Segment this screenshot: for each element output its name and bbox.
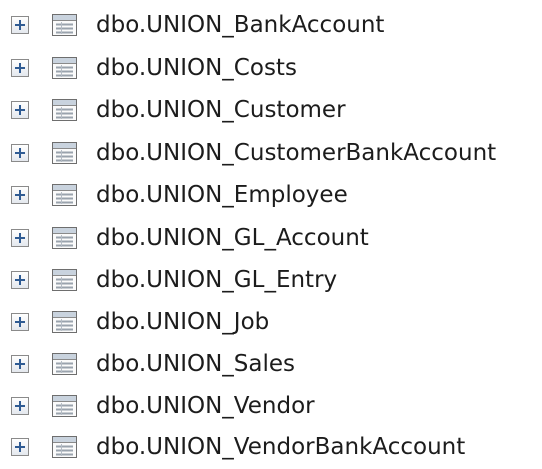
expand-plus-icon[interactable]	[11, 16, 29, 34]
table-icon	[52, 436, 77, 458]
table-icon	[52, 14, 77, 36]
table-name-label[interactable]: dbo.UNION_Vendor	[96, 388, 315, 424]
tree-node-table[interactable]: dbo.UNION_GL_Entry	[0, 261, 542, 302]
tree-node-table[interactable]: dbo.UNION_Vendor	[0, 387, 542, 428]
tree-node-table[interactable]: dbo.UNION_Customer	[0, 91, 542, 132]
expand-plus-icon[interactable]	[11, 313, 29, 331]
table-icon	[52, 142, 77, 164]
table-icon	[52, 99, 77, 121]
expand-plus-icon[interactable]	[11, 186, 29, 204]
tree-node-table[interactable]: dbo.UNION_Costs	[0, 49, 542, 90]
tree-node-table[interactable]: dbo.UNION_BankAccount	[0, 6, 542, 47]
table-name-label[interactable]: dbo.UNION_VendorBankAccount	[96, 429, 465, 465]
expand-plus-icon[interactable]	[11, 438, 29, 456]
table-icon	[52, 395, 77, 417]
tree-node-table[interactable]: dbo.UNION_Employee	[0, 176, 542, 217]
expand-plus-icon[interactable]	[11, 397, 29, 415]
table-icon	[52, 57, 77, 79]
object-explorer-tree: dbo.UNION_BankAccount dbo.UNION_Costs db…	[0, 0, 542, 460]
table-name-label[interactable]: dbo.UNION_GL_Entry	[96, 262, 337, 298]
table-name-label[interactable]: dbo.UNION_Sales	[96, 346, 295, 382]
table-icon	[52, 269, 77, 291]
table-icon	[52, 353, 77, 375]
tree-node-table[interactable]: dbo.UNION_GL_Account	[0, 219, 542, 260]
table-name-label[interactable]: dbo.UNION_BankAccount	[96, 7, 384, 43]
expand-plus-icon[interactable]	[11, 271, 29, 289]
tree-node-table[interactable]: dbo.UNION_CustomerBankAccount	[0, 134, 542, 175]
expand-plus-icon[interactable]	[11, 59, 29, 77]
table-icon	[52, 227, 77, 249]
expand-plus-icon[interactable]	[11, 229, 29, 247]
table-name-label[interactable]: dbo.UNION_Costs	[96, 50, 297, 86]
table-icon	[52, 311, 77, 333]
tree-node-table[interactable]: dbo.UNION_Job	[0, 303, 542, 344]
table-name-label[interactable]: dbo.UNION_Customer	[96, 92, 346, 128]
table-name-label[interactable]: dbo.UNION_GL_Account	[96, 220, 369, 256]
table-name-label[interactable]: dbo.UNION_Employee	[96, 177, 348, 213]
tree-node-table[interactable]: dbo.UNION_VendorBankAccount	[0, 428, 542, 469]
expand-plus-icon[interactable]	[11, 355, 29, 373]
table-name-label[interactable]: dbo.UNION_CustomerBankAccount	[96, 135, 496, 171]
tree-node-table[interactable]: dbo.UNION_Sales	[0, 345, 542, 386]
expand-plus-icon[interactable]	[11, 144, 29, 162]
expand-plus-icon[interactable]	[11, 101, 29, 119]
table-name-label[interactable]: dbo.UNION_Job	[96, 304, 269, 340]
table-icon	[52, 184, 77, 206]
